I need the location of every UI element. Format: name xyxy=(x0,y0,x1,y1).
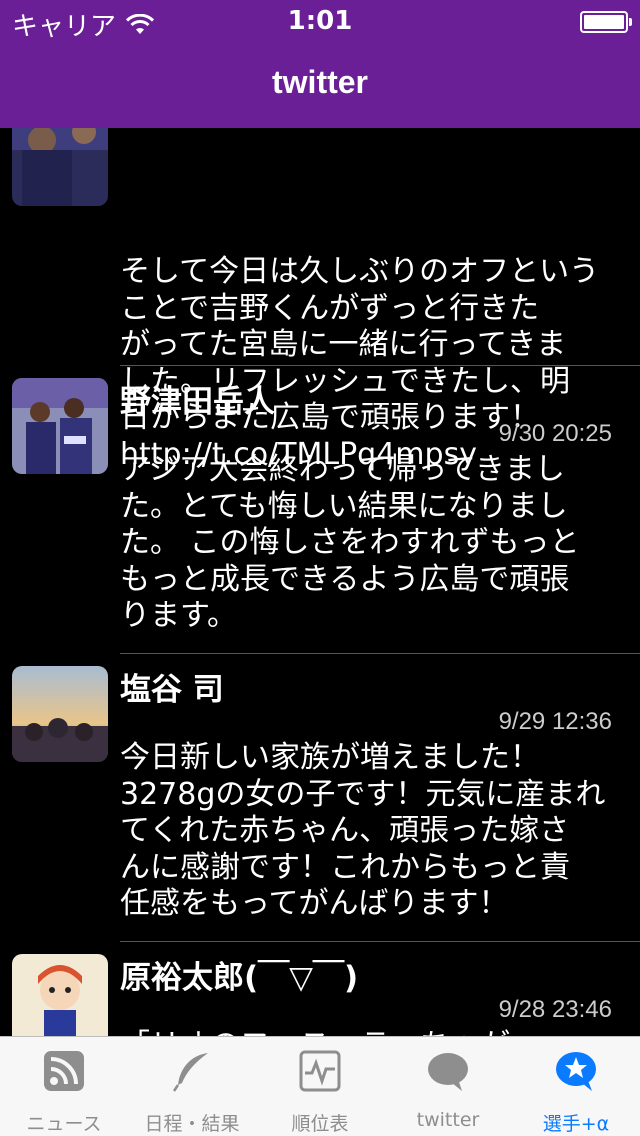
tweet-list[interactable]: そして今日は久しぶりのオフという ことで吉野くんがずっと行きた がってた宮島に一… xyxy=(0,128,640,1036)
tab-twitter[interactable]: twitter xyxy=(384,1037,512,1136)
tweet-author: 野津田岳人 xyxy=(120,384,275,420)
star-bubble-icon xyxy=(556,1052,596,1091)
tweet-row[interactable]: 野津田岳人 9/30 20:25 アジア大会終わって帰ってきまし た。とても悔し… xyxy=(0,366,640,654)
avatar xyxy=(12,378,108,474)
battery-icon xyxy=(580,11,632,33)
tab-schedule[interactable]: 日程・結果 xyxy=(128,1037,256,1136)
avatar xyxy=(12,954,108,1036)
tweet-row[interactable]: そして今日は久しぶりのオフという ことで吉野くんがずっと行きた がってた宮島に一… xyxy=(0,128,640,472)
navigation-bar: キャリア 1:01 twitter xyxy=(0,0,640,128)
feather-icon xyxy=(172,1053,208,1092)
status-bar: キャリア 1:01 xyxy=(0,0,640,42)
tweet-author: 原裕太郎(￣▽￣) xyxy=(120,960,359,996)
page-title: twitter xyxy=(272,64,368,100)
tab-label: twitter xyxy=(416,1109,480,1131)
status-time: 1:01 xyxy=(287,6,353,36)
tweet-text: アジア大会終わって帰ってきまし た。とても悔しい結果になりまし た。 この悔しさ… xyxy=(120,452,580,633)
tweet-date: 9/28 23:46 xyxy=(498,996,612,1023)
avatar xyxy=(12,666,108,762)
tweet-text: 「リオのフェス…ラ…ちゃが xyxy=(120,1028,620,1036)
tweet-date: 9/30 20:25 xyxy=(498,420,612,447)
tab-standings[interactable]: 順位表 xyxy=(256,1037,384,1136)
tab-news[interactable]: ニュース xyxy=(0,1037,128,1136)
tab-players[interactable]: 選手+α xyxy=(512,1037,640,1136)
chart-icon xyxy=(299,1050,341,1092)
tweet-author: 塩谷 司 xyxy=(120,672,224,708)
tab-label: 日程・結果 xyxy=(144,1113,240,1135)
tweet-text: 今日新しい家族が増えました！ 3278gの女の子です！元気に産まれ てくれた赤ち… xyxy=(120,740,606,921)
tab-bar: ニュース 日程・結果 順位表 twitter 選手+α xyxy=(0,1036,640,1136)
tab-label: 選手+α xyxy=(542,1113,610,1135)
avatar xyxy=(12,128,108,206)
tab-label: ニュース xyxy=(26,1113,102,1135)
tab-label: 順位表 xyxy=(291,1113,349,1135)
rss-icon xyxy=(44,1051,84,1091)
tweet-row[interactable]: 塩谷 司 9/29 12:36 今日新しい家族が増えました！ 3278gの女の子… xyxy=(0,654,640,942)
tweet-date: 9/29 12:36 xyxy=(498,708,612,735)
speech-bubble-icon xyxy=(428,1053,468,1091)
tweet-row[interactable]: 原裕太郎(￣▽￣) 9/28 23:46 「リオのフェス…ラ…ちゃが xyxy=(0,942,640,1036)
